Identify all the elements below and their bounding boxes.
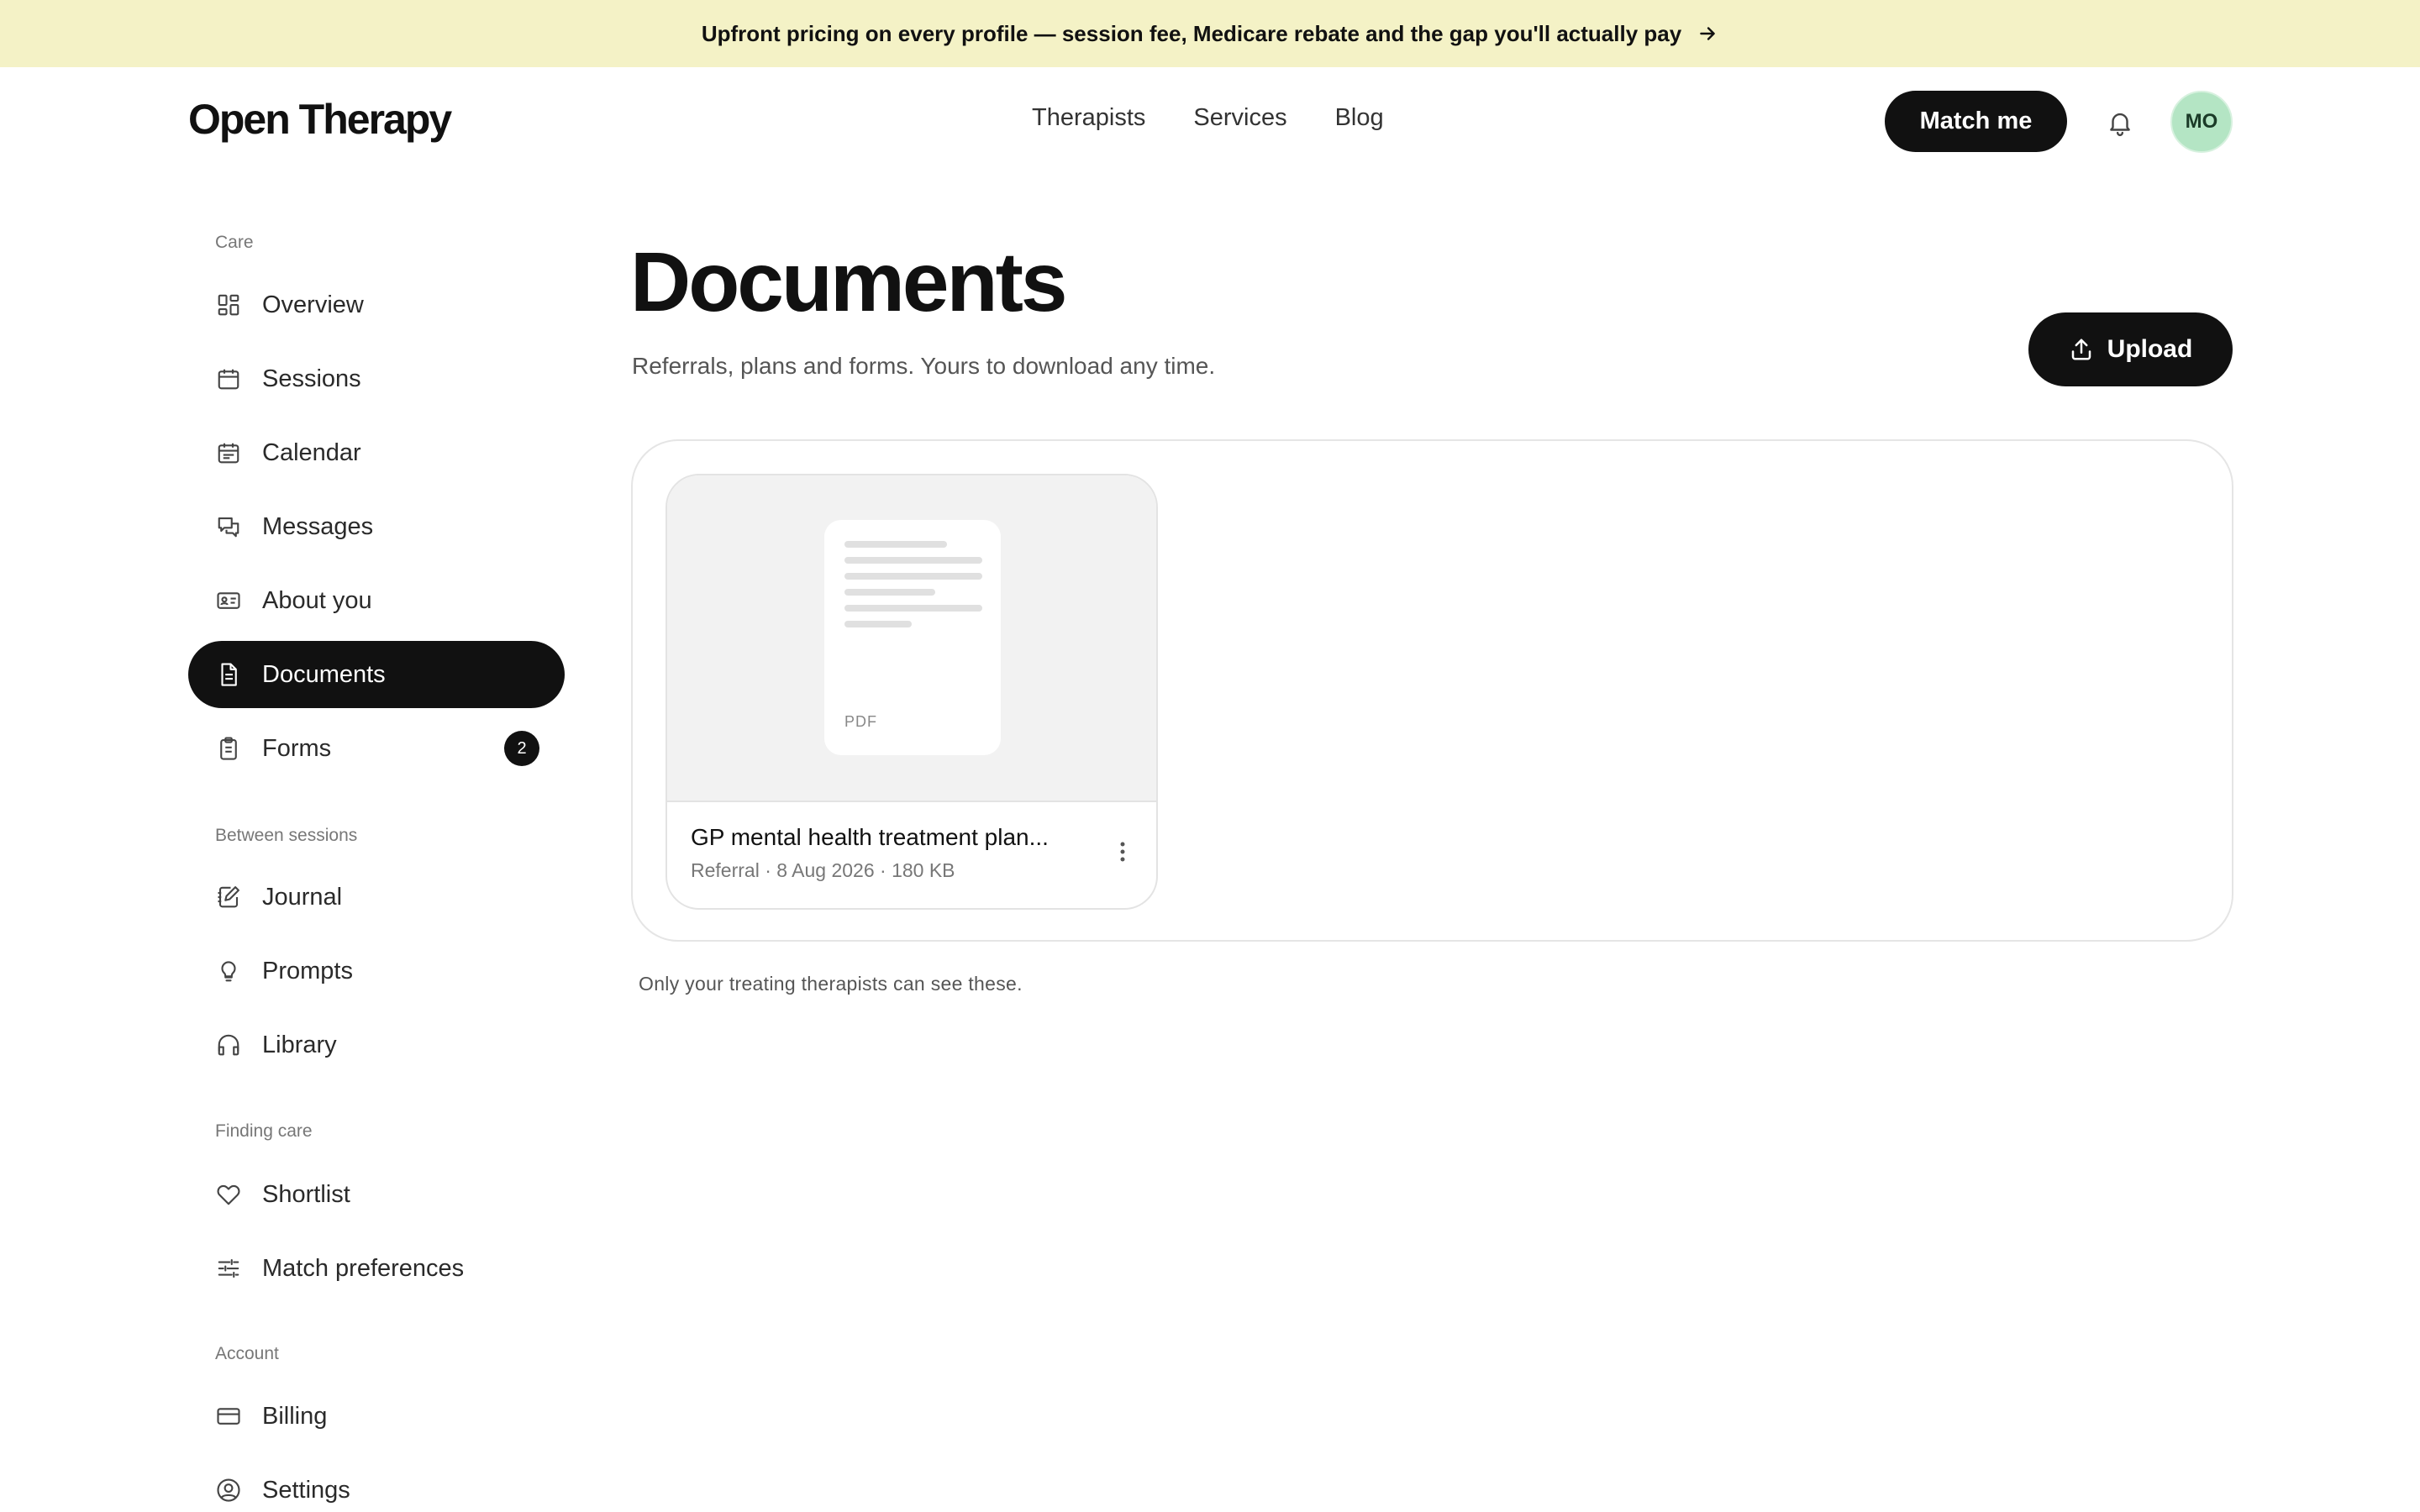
calendar-grid-icon <box>215 365 242 392</box>
sidebar-item-prompts[interactable]: Prompts <box>188 937 565 1005</box>
documents-panel: PDF GP mental health treatment plan... R… <box>631 439 2233 942</box>
user-circle-icon <box>215 1477 242 1504</box>
sidebar-item-label: Settings <box>262 1476 350 1504</box>
document-meta: Referral · 8 Aug 2026 · 180 KB <box>691 859 955 881</box>
sidebar-item-documents[interactable]: Documents <box>188 641 565 708</box>
logo[interactable]: Open Therapy <box>188 95 452 144</box>
document-thumbnail: PDF <box>667 475 1156 802</box>
sidebar-item-calendar[interactable]: Calendar <box>188 419 565 486</box>
sidebar-item-label: Library <box>262 1031 337 1058</box>
page-title: Documents <box>630 235 1068 329</box>
document-card[interactable]: PDF GP mental health treatment plan... R… <box>666 474 1158 910</box>
upload-button-label: Upload <box>2107 335 2193 363</box>
file-type-label: PDF <box>844 713 877 730</box>
sidebar-item-about-you[interactable]: About you <box>188 567 565 634</box>
main-nav: Therapists Services Blog <box>1032 104 1384 132</box>
arrow-right-icon <box>1700 27 1715 40</box>
sidebar-item-label: Match preferences <box>262 1254 465 1282</box>
chat-bubbles-icon <box>215 513 242 540</box>
calendar-icon <box>215 439 242 466</box>
avatar[interactable]: MO <box>2170 91 2233 153</box>
upload-icon <box>2071 339 2091 360</box>
more-vertical-icon[interactable] <box>1107 835 1138 869</box>
sidebar-item-label: Shortlist <box>262 1180 350 1208</box>
upload-button[interactable]: Upload <box>2028 312 2233 386</box>
clipboard-icon <box>215 735 242 762</box>
sidebar-item-forms[interactable]: Forms 2 <box>188 715 565 782</box>
page-subtitle: Referrals, plans and forms. Yours to dow… <box>632 353 1216 379</box>
sidebar-item-journal[interactable]: Journal <box>188 864 565 931</box>
sidebar-item-overview[interactable]: Overview <box>188 271 565 339</box>
notebook-pen-icon <box>215 884 242 911</box>
nav-link-services[interactable]: Services <box>1193 104 1286 132</box>
banner-text: Upfront pricing on every profile — sessi… <box>701 20 1682 46</box>
sidebar-item-label: About you <box>262 586 372 614</box>
credit-card-icon <box>215 1403 242 1430</box>
section-label-account: Account <box>215 1344 279 1363</box>
section-label-finding-care: Finding care <box>215 1121 313 1141</box>
headphones-icon <box>215 1032 242 1058</box>
sidebar-item-label: Billing <box>262 1402 328 1430</box>
sidebar-item-label: Messages <box>262 512 374 540</box>
section-label-between-sessions: Between sessions <box>215 826 358 845</box>
sidebar-item-label: Prompts <box>262 957 353 984</box>
sidebar-item-shortlist[interactable]: Shortlist <box>188 1161 565 1228</box>
heart-icon <box>215 1181 242 1208</box>
sidebar-item-label: Sessions <box>262 365 361 392</box>
sidebar-item-label: Calendar <box>262 438 361 466</box>
sidebar-item-messages[interactable]: Messages <box>188 493 565 560</box>
sidebar-item-label: Forms <box>262 734 332 762</box>
sidebar-item-library[interactable]: Library <box>188 1011 565 1079</box>
sliders-icon <box>215 1255 242 1282</box>
notifications-bell-icon[interactable] <box>2103 106 2137 139</box>
top-navigation: Open Therapy Therapists Services Blog Ma… <box>0 67 2420 176</box>
id-card-icon <box>215 587 242 614</box>
forms-count-badge: 2 <box>504 731 539 766</box>
announcement-banner[interactable]: Upfront pricing on every profile — sessi… <box>0 0 2420 67</box>
match-me-button[interactable]: Match me <box>1885 91 2067 152</box>
section-label-care: Care <box>215 233 254 252</box>
sidebar-item-match-preferences[interactable]: Match preferences <box>188 1235 565 1302</box>
nav-link-therapists[interactable]: Therapists <box>1032 104 1145 132</box>
grid-icon <box>215 291 242 318</box>
sidebar-item-label: Journal <box>262 883 343 911</box>
sidebar-item-sessions[interactable]: Sessions <box>188 345 565 412</box>
pdf-preview-icon: PDF <box>824 520 1001 755</box>
sidebar-item-label: Documents <box>262 660 386 688</box>
privacy-note: Only your treating therapists can see th… <box>639 973 1023 995</box>
document-name: GP mental health treatment plan... <box>691 824 1049 850</box>
sidebar-item-billing[interactable]: Billing <box>188 1383 565 1450</box>
sidebar-item-settings[interactable]: Settings <box>188 1457 565 1512</box>
document-icon <box>215 661 242 688</box>
lightbulb-icon <box>215 958 242 984</box>
sidebar-item-label: Overview <box>262 291 364 318</box>
nav-link-blog[interactable]: Blog <box>1335 104 1384 132</box>
